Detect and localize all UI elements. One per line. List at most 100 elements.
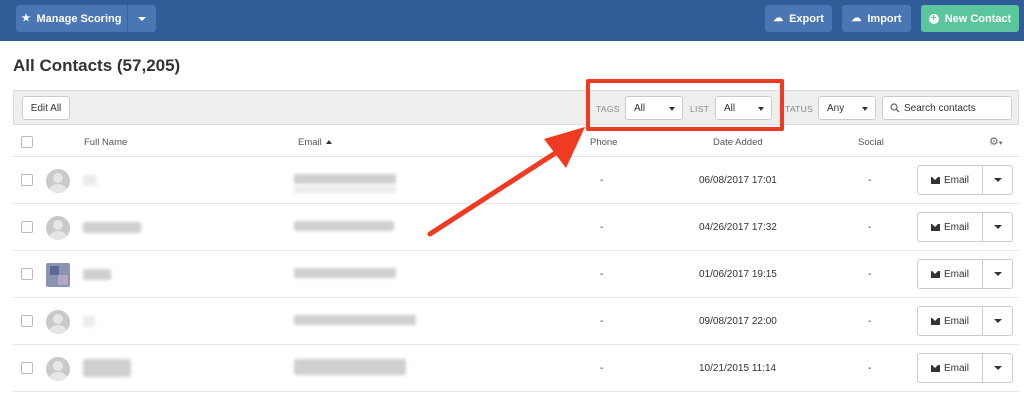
email-redacted-shadow bbox=[294, 186, 396, 193]
date-added-cell: 01/06/2017 19:15 bbox=[699, 269, 777, 280]
row-checkbox[interactable] bbox=[21, 268, 33, 280]
upload-icon: ☁ bbox=[851, 13, 862, 24]
manage-scoring-dropdown-button[interactable] bbox=[128, 5, 156, 32]
search-input[interactable] bbox=[904, 102, 1009, 114]
avatar bbox=[46, 169, 70, 193]
annotation-highlight-box bbox=[586, 79, 784, 131]
email-dropdown-button[interactable] bbox=[982, 259, 1013, 289]
phone-cell: - bbox=[600, 363, 604, 374]
date-added-cell: 06/08/2017 17:01 bbox=[699, 175, 777, 186]
row-checkbox[interactable] bbox=[21, 174, 33, 186]
status-filter-label: STATUS bbox=[779, 104, 814, 114]
email-dropdown-button[interactable] bbox=[982, 165, 1013, 195]
export-label: Export bbox=[789, 12, 824, 25]
email-button[interactable]: Email bbox=[917, 259, 983, 289]
date-added-cell: 09/08/2017 22:00 bbox=[699, 316, 777, 327]
import-label: Import bbox=[867, 12, 902, 25]
email-button[interactable]: Email bbox=[917, 306, 983, 336]
date-added-cell: 04/26/2017 17:32 bbox=[699, 222, 777, 233]
email-button-label: Email bbox=[943, 174, 969, 186]
avatar bbox=[46, 216, 70, 240]
caret-down-icon bbox=[138, 16, 146, 21]
email-button-label: Email bbox=[943, 315, 969, 327]
gear-icon: ⚙ bbox=[989, 136, 999, 148]
email-redacted bbox=[294, 359, 406, 375]
phone-cell: - bbox=[600, 269, 604, 280]
select-all-checkbox[interactable] bbox=[21, 136, 33, 148]
full-name-redacted bbox=[83, 316, 95, 327]
row-checkbox[interactable] bbox=[21, 221, 33, 233]
email-button-label: Email bbox=[943, 362, 969, 374]
table-row[interactable]: - 06/08/2017 17:01 - Email bbox=[13, 157, 1019, 204]
email-button[interactable]: Email bbox=[917, 212, 983, 242]
status-select-value: Any bbox=[827, 102, 845, 114]
top-bar: ★ Manage Scoring ☁ Export ☁ Import + New… bbox=[0, 0, 1024, 41]
upload-icon: ☁ bbox=[773, 13, 784, 24]
avatar bbox=[46, 357, 70, 381]
search-icon bbox=[890, 103, 900, 113]
envelope-icon bbox=[930, 270, 940, 278]
filter-toolbar: Edit All TAGS All LIST All STATUS Any bbox=[13, 90, 1019, 125]
row-checkbox[interactable] bbox=[21, 315, 33, 327]
column-email-label: Email bbox=[298, 137, 322, 148]
column-settings-button[interactable]: ⚙▾ bbox=[989, 135, 1002, 148]
table-row[interactable]: - 01/06/2017 19:15 - Email bbox=[13, 251, 1019, 298]
envelope-icon bbox=[930, 364, 940, 372]
social-cell: - bbox=[868, 222, 872, 233]
caret-down-icon bbox=[862, 107, 868, 111]
plus-icon: + bbox=[928, 13, 939, 24]
envelope-icon bbox=[930, 223, 940, 231]
email-dropdown-button[interactable] bbox=[982, 212, 1013, 242]
full-name-redacted bbox=[83, 222, 141, 233]
row-checkbox[interactable] bbox=[21, 362, 33, 374]
date-added-cell: 10/21/2015 11:14 bbox=[699, 363, 777, 374]
full-name-redacted bbox=[83, 359, 131, 377]
phone-cell: - bbox=[600, 222, 604, 233]
full-name-redacted bbox=[83, 269, 111, 280]
avatar bbox=[46, 263, 70, 287]
column-phone[interactable]: Phone bbox=[590, 137, 617, 148]
email-button-label: Email bbox=[943, 221, 969, 233]
table-row[interactable]: - 09/08/2017 22:00 - Email bbox=[13, 298, 1019, 345]
new-contact-button[interactable]: + New Contact bbox=[921, 5, 1019, 32]
email-button-label: Email bbox=[943, 268, 969, 280]
column-email[interactable]: Email bbox=[298, 137, 332, 148]
email-button[interactable]: Email bbox=[917, 353, 983, 383]
email-dropdown-button[interactable] bbox=[982, 353, 1013, 383]
star-icon: ★ bbox=[21, 13, 31, 24]
full-name-redacted bbox=[83, 175, 97, 186]
phone-cell: - bbox=[600, 175, 604, 186]
manage-scoring-label: Manage Scoring bbox=[36, 12, 122, 25]
caret-down-icon bbox=[993, 225, 1002, 229]
email-button[interactable]: Email bbox=[917, 165, 983, 195]
column-social[interactable]: Social bbox=[858, 137, 884, 148]
manage-scoring-button[interactable]: ★ Manage Scoring bbox=[16, 5, 128, 32]
caret-down-icon bbox=[993, 272, 1002, 276]
caret-down-icon bbox=[993, 178, 1002, 182]
export-button[interactable]: ☁ Export bbox=[765, 5, 832, 32]
envelope-icon bbox=[930, 317, 940, 325]
table-row[interactable]: - 10/21/2015 11:14 - Email bbox=[13, 345, 1019, 392]
social-cell: - bbox=[868, 175, 872, 186]
envelope-icon bbox=[930, 176, 940, 184]
sort-asc-icon bbox=[325, 140, 332, 144]
social-cell: - bbox=[868, 269, 872, 280]
import-button[interactable]: ☁ Import bbox=[842, 5, 911, 32]
social-cell: - bbox=[868, 316, 872, 327]
phone-cell: - bbox=[600, 316, 604, 327]
email-redacted bbox=[294, 174, 396, 184]
caret-down-icon: ▾ bbox=[998, 140, 1003, 147]
table-header: Full Name Email Phone Date Added Social … bbox=[13, 127, 1019, 157]
status-select[interactable]: Any bbox=[818, 96, 876, 120]
email-dropdown-button[interactable] bbox=[982, 306, 1013, 336]
column-date-added[interactable]: Date Added bbox=[713, 137, 763, 148]
edit-all-button[interactable]: Edit All bbox=[22, 96, 70, 120]
email-redacted bbox=[294, 268, 396, 278]
page-title: All Contacts (57,205) bbox=[13, 56, 181, 75]
column-full-name[interactable]: Full Name bbox=[84, 137, 127, 148]
table-row[interactable]: - 04/26/2017 17:32 - Email bbox=[13, 204, 1019, 251]
email-redacted bbox=[294, 315, 416, 325]
new-contact-label: New Contact bbox=[944, 12, 1012, 25]
search-box[interactable] bbox=[882, 96, 1012, 120]
caret-down-icon bbox=[993, 319, 1002, 323]
